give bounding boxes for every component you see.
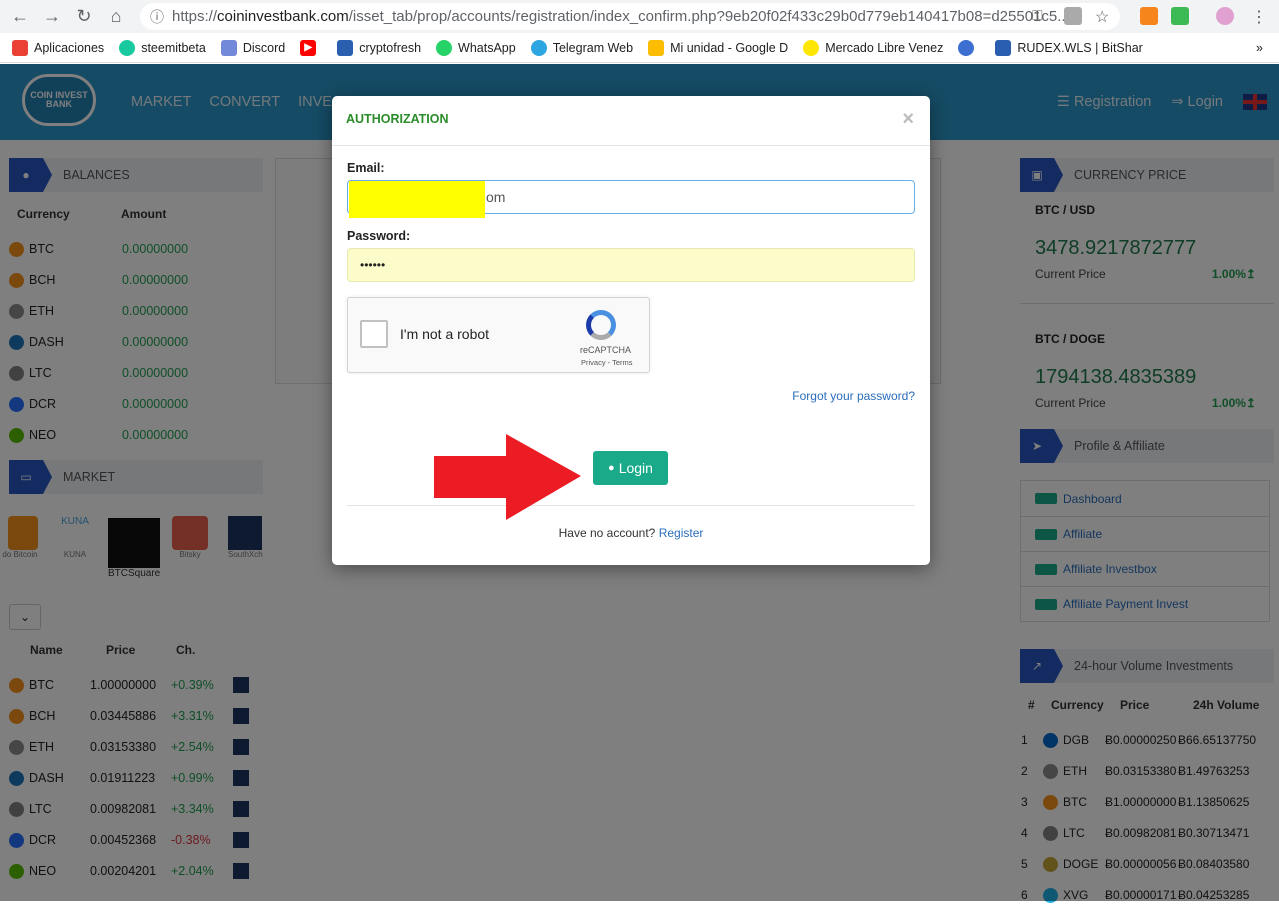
url-host: coininvestbank.com bbox=[217, 8, 349, 25]
globe-icon bbox=[958, 39, 975, 56]
menu-icon[interactable]: ⋮ bbox=[1250, 7, 1268, 26]
youtube-icon: ▶ bbox=[300, 39, 317, 56]
login-button[interactable]: ● Login bbox=[593, 451, 668, 485]
extension-icon[interactable] bbox=[1171, 7, 1189, 25]
cryptofresh-icon bbox=[337, 39, 354, 56]
recaptcha-privacy-terms[interactable]: Privacy - Terms bbox=[581, 358, 633, 367]
modal-header-divider bbox=[332, 145, 930, 146]
recaptcha-logo-icon bbox=[586, 310, 616, 340]
star-icon[interactable]: ☆ bbox=[1095, 7, 1113, 26]
user-icon: ● bbox=[608, 462, 615, 474]
forward-icon[interactable]: → bbox=[38, 2, 66, 30]
recaptcha-widget: I'm not a robot reCAPTCHA Privacy - Term… bbox=[347, 297, 650, 373]
translate-icon[interactable] bbox=[1064, 7, 1082, 25]
email-label: Email: bbox=[347, 161, 385, 175]
bookmark-youtube[interactable]: ▶ bbox=[300, 39, 322, 56]
authorization-modal: AUTHORIZATION × Email: om Password: ••••… bbox=[332, 96, 930, 565]
password-field[interactable]: •••••• bbox=[347, 248, 915, 282]
url-prefix: https:// bbox=[172, 8, 218, 25]
google-drive-icon bbox=[648, 39, 665, 56]
bookmark-discord[interactable]: Discord bbox=[220, 39, 285, 56]
close-icon[interactable]: × bbox=[902, 108, 914, 131]
password-label: Password: bbox=[347, 229, 411, 243]
bookmark-cryptofresh[interactable]: cryptofresh bbox=[337, 39, 421, 56]
steemit-icon bbox=[119, 39, 136, 56]
recaptcha-checkbox[interactable] bbox=[360, 320, 388, 348]
telegram-icon bbox=[530, 39, 547, 56]
red-arrow-icon bbox=[434, 434, 581, 520]
info-icon[interactable]: ⓘ bbox=[150, 7, 164, 27]
redaction-box bbox=[349, 181, 485, 218]
bookmark-steemit[interactable]: steemitbeta bbox=[119, 39, 206, 56]
recaptcha-label: I'm not a robot bbox=[400, 326, 490, 342]
home-icon[interactable]: ⌂ bbox=[102, 2, 130, 30]
mercadolibre-icon bbox=[803, 39, 820, 56]
modal-footer-divider bbox=[347, 505, 915, 506]
bookmark-apps[interactable]: Aplicaciones bbox=[12, 39, 104, 56]
key-icon[interactable]: ⚿ bbox=[1032, 7, 1050, 25]
reload-icon[interactable]: ↻ bbox=[70, 2, 98, 30]
register-link[interactable]: Register bbox=[659, 526, 704, 540]
profile-avatar-icon[interactable] bbox=[1216, 7, 1234, 25]
discord-icon bbox=[220, 39, 237, 56]
whatsapp-icon bbox=[436, 39, 453, 56]
bookmark-telegram[interactable]: Telegram Web bbox=[530, 39, 633, 56]
bookmark-rudex[interactable]: RUDEX.WLS | BitShar bbox=[995, 39, 1143, 56]
url-path: /isset_tab/prop/accounts/registration/in… bbox=[348, 8, 1070, 25]
bookmark-globe[interactable] bbox=[958, 39, 980, 56]
rudex-icon bbox=[995, 39, 1012, 56]
back-icon[interactable]: ← bbox=[6, 2, 34, 30]
modal-title: AUTHORIZATION bbox=[346, 112, 449, 126]
address-bar[interactable]: ⓘ https://coininvestbank.com/isset_tab/p… bbox=[140, 3, 1120, 30]
no-account-text: Have no account? Register bbox=[558, 526, 704, 540]
bookmark-google-drive[interactable]: Mi unidad - Google D bbox=[648, 39, 788, 56]
recaptcha-brand: reCAPTCHA bbox=[580, 345, 632, 355]
bookmarks-more[interactable]: » bbox=[1256, 41, 1263, 55]
apps-grid-icon bbox=[12, 39, 28, 56]
browser-toolbar: ← → ↻ ⌂ ⓘ https://coininvestbank.com/iss… bbox=[0, 0, 1279, 33]
bookmark-whatsapp[interactable]: WhatsApp bbox=[436, 39, 516, 56]
bookmark-mercadolibre[interactable]: Mercado Libre Venez bbox=[803, 39, 943, 56]
forgot-password-link[interactable]: Forgot your password? bbox=[792, 389, 915, 403]
bookmarks-bar: Aplicaciones steemitbeta Discord ▶ crypt… bbox=[0, 33, 1279, 63]
metamask-icon[interactable] bbox=[1140, 7, 1158, 25]
